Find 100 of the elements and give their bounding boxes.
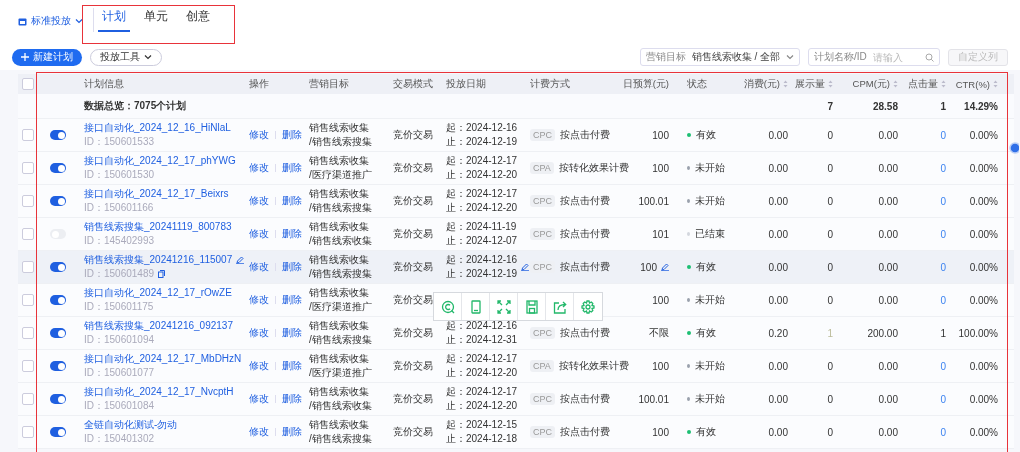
plan-name-link[interactable]: 接口自动化_2024_12_17_Beixrs [84, 187, 229, 200]
trade-mode: 竞价交易 [393, 161, 434, 175]
cpm-value: 0.00 [877, 162, 898, 174]
action-link[interactable]: 修改 [249, 293, 269, 307]
share-icon [552, 299, 567, 314]
search-input[interactable]: 请输入 [872, 51, 913, 63]
action-link[interactable]: 修改 [249, 161, 269, 175]
tab[interactable]: 计划 [98, 8, 130, 32]
plan-name-link[interactable]: 销售线索搜集_20241216_092137 [84, 319, 233, 332]
row-checkbox[interactable] [22, 294, 34, 306]
toggle-switch[interactable] [50, 295, 66, 305]
row-checkbox[interactable] [22, 129, 34, 141]
marketing-goal: 销售线索收集 /医疗渠道推广 [309, 351, 373, 380]
action-link[interactable]: 修改 [249, 392, 269, 406]
cpm-value: 0.00 [877, 261, 898, 273]
action-link[interactable]: 修改 [249, 359, 269, 373]
action-link[interactable]: 修改 [249, 425, 269, 439]
summary-value: 14.29% [963, 100, 999, 112]
clicks-value: 0 [939, 162, 946, 174]
date-range: 起：2024-12-17 止：2024-12-20 [446, 384, 518, 413]
clicks-value: 0 [939, 426, 946, 438]
row-checkbox[interactable] [22, 426, 34, 438]
plan-name-link[interactable]: 接口自动化_2024_12_17_rOwZE [84, 286, 232, 299]
new-plan-button[interactable]: 新建计划 [12, 48, 82, 66]
toggle-switch[interactable] [50, 427, 66, 437]
search-field[interactable]: 计划名称/ID 请输入 [808, 48, 940, 66]
date-range: 起：2024-12-16 止：2024-12-19 [446, 252, 518, 281]
action-link[interactable]: 删除 [282, 194, 302, 208]
billing-method: 按点击付费 [560, 392, 610, 406]
row-checkbox[interactable] [22, 360, 34, 372]
action-link[interactable]: 修改 [249, 194, 269, 208]
row-checkbox[interactable] [22, 261, 34, 273]
trade-mode: 竞价交易 [393, 293, 434, 307]
date-range: 起：2024-12-16 止：2024-12-31 [446, 318, 518, 347]
column-header: 计划信息 [84, 77, 124, 91]
marketing-goal: 销售线索收集 /销售线索搜集 [309, 186, 373, 215]
mode-dropdown[interactable]: 标准投放 [18, 14, 83, 28]
toggle-switch[interactable] [50, 196, 66, 206]
cpm-value: 0.00 [877, 294, 898, 306]
action-link[interactable]: 删除 [282, 293, 302, 307]
cost-value: 0.20 [767, 327, 788, 339]
filter-label: 营销目标 [645, 50, 686, 64]
caret-icon [75, 18, 83, 24]
clicks-value: 0 [939, 261, 946, 273]
action-link[interactable]: 修改 [249, 326, 269, 340]
plan-name-link[interactable]: 接口自动化_2024_12_17_MbDHzN [84, 352, 242, 365]
plan-id: ID：150601530 [84, 169, 155, 182]
action-link[interactable]: 删除 [282, 260, 302, 274]
clicks-value: 0 [939, 393, 946, 405]
goal-filter-select[interactable]: 营销目标 销售线索收集 / 全部 [639, 48, 800, 66]
trade-mode: 竞价交易 [393, 194, 434, 208]
filter-value: 销售线索收集 / 全部 [691, 50, 780, 64]
row-checkbox[interactable] [22, 393, 34, 405]
ctr-value: 100.00% [957, 327, 999, 339]
row-checkbox[interactable] [22, 327, 34, 339]
status-text: 未开始 [695, 194, 725, 208]
select-all-checkbox[interactable] [22, 78, 34, 90]
tools-dropdown[interactable]: 投放工具 [90, 48, 162, 66]
impressions-value: 0 [826, 195, 833, 207]
action-link[interactable]: 删除 [282, 392, 302, 406]
billing-method: 按转化效果计费 [558, 359, 629, 373]
row-checkbox[interactable] [22, 228, 34, 240]
billing-tag: CPC [530, 261, 555, 273]
ctr-value: 0.00% [968, 360, 999, 372]
row-checkbox[interactable] [22, 195, 34, 207]
action-link[interactable]: 删除 [282, 425, 302, 439]
toggle-switch[interactable] [50, 130, 66, 140]
action-link[interactable]: 删除 [282, 359, 302, 373]
action-link[interactable]: 删除 [282, 161, 302, 175]
toggle-switch[interactable] [50, 394, 66, 404]
action-link[interactable]: 删除 [282, 227, 302, 241]
action-link[interactable]: 修改 [249, 260, 269, 274]
plan-id: ID：150601175 [84, 301, 154, 314]
date-range: 起：2024-12-17 止：2024-12-20 [446, 186, 518, 215]
toggle-switch[interactable] [50, 163, 66, 173]
toggle-switch[interactable] [50, 328, 66, 338]
tab[interactable]: 单元 [140, 8, 172, 32]
tablet-icon [468, 299, 483, 314]
cost-value: 0.00 [767, 261, 788, 273]
summary-value: 7 [826, 100, 833, 112]
cost-value: 0.00 [767, 228, 788, 240]
action-link[interactable]: 修改 [249, 128, 269, 142]
action-link[interactable]: 删除 [282, 128, 302, 142]
trade-mode: 竞价交易 [393, 425, 434, 439]
column-header: 营销目标 [309, 77, 349, 91]
clicks-value: 0 [939, 129, 946, 141]
impressions-value: 0 [826, 228, 833, 240]
plan-name-link[interactable]: 接口自动化_2024_12_17_phYWG [84, 154, 236, 167]
row-checkbox[interactable] [22, 162, 34, 174]
plan-name-link[interactable]: 接口自动化_2024_12_17_NvcptH [84, 385, 234, 398]
impressions-value: 0 [826, 426, 833, 438]
toggle-switch[interactable] [50, 262, 66, 272]
toggle-switch[interactable] [50, 361, 66, 371]
plan-name-link[interactable]: 销售线索搜集_20241119_800783 [84, 220, 232, 233]
plan-name-link[interactable]: 接口自动化_2024_12_16_HiNlaL [84, 121, 231, 134]
action-link[interactable]: 删除 [282, 326, 302, 340]
plan-name-link[interactable]: 销售线索搜集_20241216_115007 [84, 253, 233, 266]
plan-name-link[interactable]: 全链自动化测试-勿动 [84, 418, 178, 431]
tab[interactable]: 创意 [182, 8, 214, 32]
action-link[interactable]: 修改 [249, 227, 269, 241]
